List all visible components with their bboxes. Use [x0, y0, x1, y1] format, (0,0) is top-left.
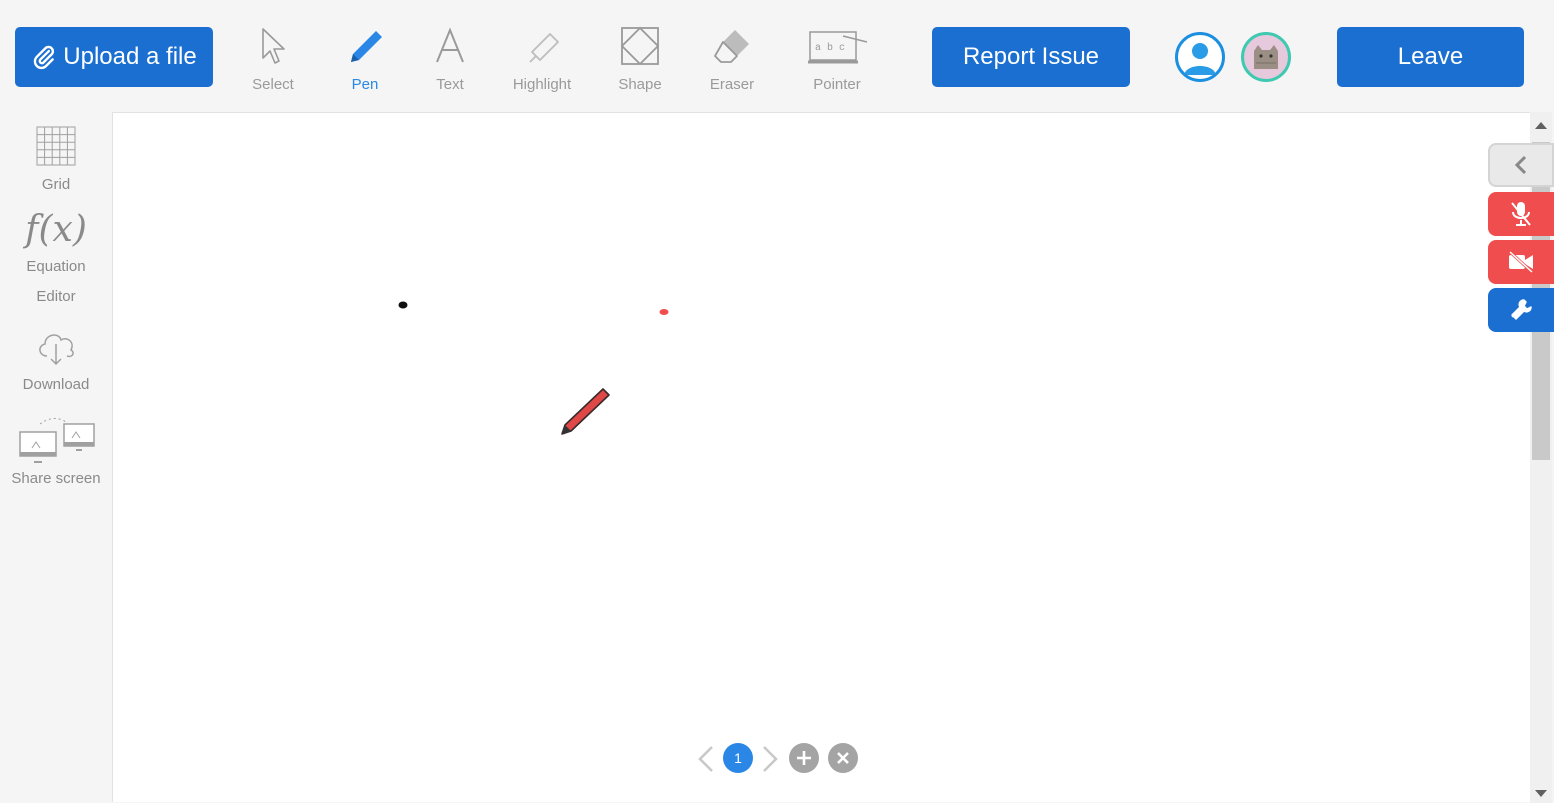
share-screen-icon	[19, 418, 95, 463]
page-prev-icon[interactable]	[696, 745, 716, 773]
tool-eraser-label: Eraser	[709, 76, 755, 93]
sidebar-item-share-screen-label: Share screen	[11, 470, 101, 487]
red-dot-mark	[659, 309, 669, 315]
top-toolbar: Upload a file Select Pen Text Highlight …	[0, 0, 1554, 112]
left-sidebar: Grid f(x) Equation Editor Download Share…	[0, 112, 112, 803]
tool-shape[interactable]: Shape	[600, 22, 680, 94]
pen-icon	[351, 31, 382, 62]
shape-icon	[620, 26, 660, 66]
highlighter-icon	[529, 33, 559, 63]
plus-icon	[797, 751, 811, 765]
text-icon	[436, 27, 464, 63]
tool-select-label: Select	[252, 76, 294, 93]
paperclip-icon	[34, 45, 55, 70]
tool-shape-label: Shape	[618, 76, 662, 93]
tool-highlight[interactable]: Highlight	[502, 22, 582, 94]
sidebar-item-share-screen[interactable]: Share screen	[0, 414, 112, 488]
settings-button[interactable]	[1488, 288, 1554, 332]
sidebar-item-editor-label: Editor	[36, 288, 76, 305]
sidebar-item-download[interactable]: Download	[0, 326, 112, 400]
collapse-panel-button[interactable]	[1488, 143, 1554, 187]
cursor-arrow-icon	[262, 28, 285, 64]
report-issue-label: Report Issue	[962, 43, 1100, 70]
microphone-muted-icon	[1511, 202, 1531, 226]
tool-highlight-label: Highlight	[512, 76, 572, 93]
add-page-button[interactable]	[789, 743, 819, 773]
report-issue-button[interactable]: Report Issue	[932, 27, 1130, 87]
eraser-icon	[714, 30, 749, 63]
page-next-icon[interactable]	[760, 745, 780, 773]
upload-file-label: Upload a file	[63, 43, 197, 70]
participant-avatar[interactable]	[1241, 32, 1291, 82]
leave-label: Leave	[1397, 43, 1464, 70]
cat-icon	[1254, 45, 1278, 69]
scroll-up-arrow-icon[interactable]	[1535, 122, 1547, 129]
leave-button[interactable]: Leave	[1337, 27, 1524, 87]
mute-microphone-button[interactable]	[1488, 192, 1554, 236]
whiteboard-canvas[interactable]	[112, 112, 1531, 802]
function-icon: f(x)	[25, 209, 87, 250]
grid-icon	[36, 126, 76, 166]
tool-eraser[interactable]: Eraser	[692, 22, 772, 94]
sidebar-item-grid[interactable]: Grid	[0, 126, 112, 200]
user-avatar[interactable]	[1175, 32, 1225, 82]
scroll-down-arrow-icon[interactable]	[1535, 790, 1547, 797]
sidebar-item-grid-label: Grid	[41, 176, 71, 193]
tool-text-label: Text	[436, 76, 464, 93]
pointer-board-icon: a b c	[808, 31, 868, 64]
tool-select[interactable]: Select	[233, 22, 313, 94]
tool-pen[interactable]: Pen	[325, 22, 405, 94]
delete-page-button[interactable]	[828, 743, 858, 773]
chevron-left-icon	[1514, 155, 1527, 175]
tool-pointer-label: Pointer	[813, 76, 861, 93]
pen-cursor-icon	[561, 388, 610, 435]
sidebar-item-download-label: Download	[22, 376, 90, 393]
wrench-icon	[1511, 299, 1532, 320]
canvas-drawing-layer	[398, 301, 669, 435]
current-page-indicator[interactable]: 1	[723, 743, 753, 773]
svg-text:a b c: a b c	[815, 42, 845, 54]
upload-file-button[interactable]: Upload a file	[15, 27, 213, 87]
toggle-camera-button[interactable]	[1488, 240, 1554, 284]
sidebar-item-equation-editor[interactable]: f(x) Equation Editor	[0, 208, 112, 312]
sidebar-item-equation-label: Equation	[26, 258, 86, 275]
tool-pen-label: Pen	[351, 76, 379, 93]
tool-pointer[interactable]: a b c Pointer	[797, 22, 877, 94]
user-icon	[1184, 43, 1216, 75]
close-icon	[837, 752, 849, 764]
black-dot-mark	[398, 301, 408, 309]
video-off-icon	[1508, 251, 1534, 273]
cloud-download-icon	[39, 334, 74, 366]
tool-text[interactable]: Text	[410, 22, 490, 94]
